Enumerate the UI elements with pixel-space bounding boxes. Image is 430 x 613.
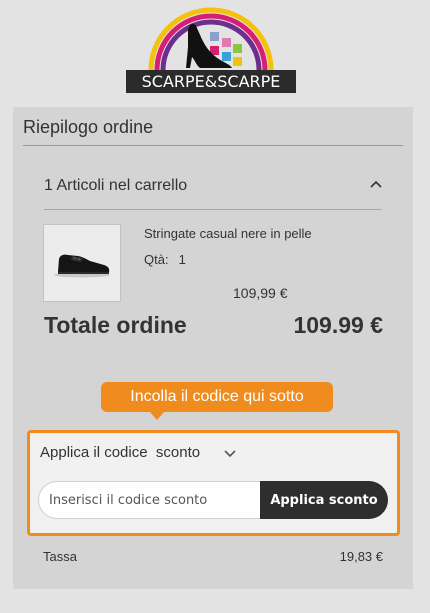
tax-label: Tassa <box>43 549 77 564</box>
product-thumbnail[interactable] <box>43 224 121 302</box>
brand-logo[interactable]: SCARPE&SCARPE <box>0 0 430 100</box>
order-total-value: 109.99 € <box>293 312 383 338</box>
divider <box>23 145 403 146</box>
tooltip-arrow <box>150 412 164 420</box>
qty-label: Qtà: <box>144 252 169 267</box>
order-total-label: Totale ordine <box>44 312 187 338</box>
product-name[interactable]: Stringate casual nere in pelle <box>144 226 312 241</box>
discount-hint-tooltip: Incolla il codice qui sotto <box>101 382 333 412</box>
shoe-image <box>54 254 110 278</box>
cart-items-toggle[interactable]: 1 Articoli nel carrello <box>44 177 187 195</box>
discount-code-section: Applica il codice sconto Applica sconto <box>27 430 400 536</box>
apply-discount-button[interactable]: Applica sconto <box>260 481 388 519</box>
discount-toggle[interactable]: Applica il codice sconto <box>40 444 200 461</box>
discount-code-input[interactable] <box>38 481 260 519</box>
divider <box>44 209 382 210</box>
product-price: 109,99 € <box>233 285 288 301</box>
product-quantity: Qtà: 1 <box>144 252 196 267</box>
chevron-up-icon[interactable] <box>369 179 383 189</box>
summary-title: Riepilogo ordine <box>23 117 154 137</box>
logo-wordmark: SCARPE&SCARPE <box>126 70 296 93</box>
qty-value: 1 <box>178 252 186 267</box>
chevron-down-icon[interactable] <box>223 449 237 458</box>
logo-graphic <box>148 7 274 71</box>
tax-value: 19,83 € <box>339 549 383 564</box>
